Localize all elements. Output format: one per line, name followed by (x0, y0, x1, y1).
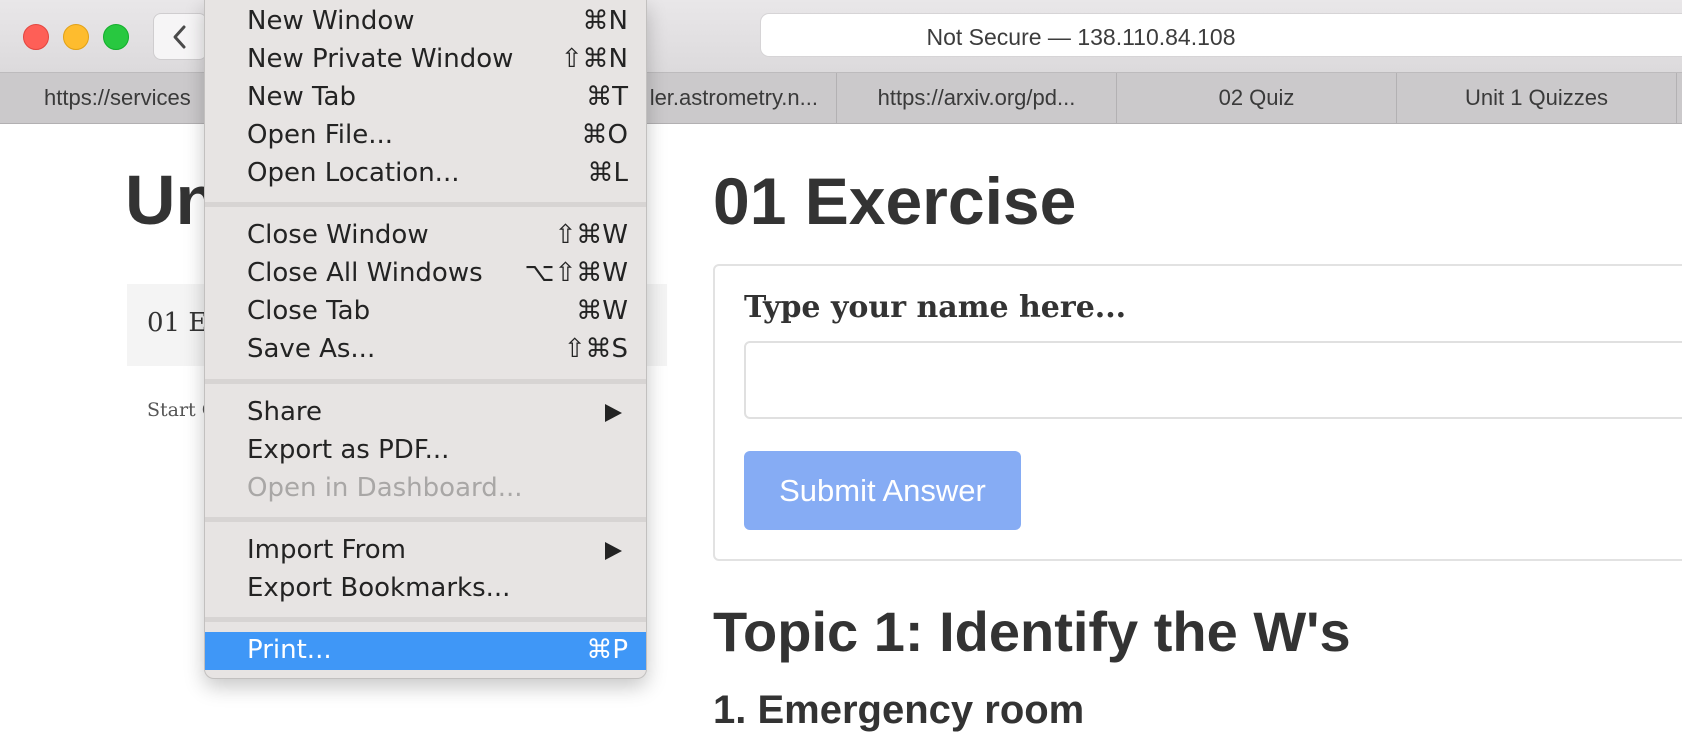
menu-item-label: Share (247, 397, 323, 427)
menu-item-new-private-window[interactable]: New Private Window ⇧⌘N (205, 41, 646, 79)
tab-unit-1-quizzes[interactable]: Unit 1 Quizzes (1397, 73, 1677, 123)
menu-item-label: Export Bookmarks... (247, 573, 511, 603)
menu-item-open-in-dashboard: Open in Dashboard... (205, 470, 646, 508)
back-button[interactable] (153, 13, 207, 60)
menu-item-label: Open File... (247, 120, 394, 150)
menu-item-shortcut: ⇧⌘S (563, 334, 628, 364)
menu-item-open-location[interactable]: Open Location... ⌘L (205, 155, 646, 193)
menu-separator (205, 202, 646, 207)
topic-heading: Topic 1: Identify the W's (713, 600, 1351, 663)
menu-item-label: Close Window (247, 220, 429, 250)
menu-item-open-file[interactable]: Open File... ⌘O (205, 117, 646, 155)
submenu-arrow-icon (605, 404, 622, 422)
menu-item-shortcut: ⌘T (586, 82, 628, 112)
menu-item-shortcut: ⇧⌘W (554, 220, 629, 250)
menu-item-label: Open Location... (247, 158, 460, 188)
menu-item-shortcut: ⌘W (576, 296, 628, 326)
tab-label: ler.astrometry.n... (649, 85, 818, 110)
menu-item-label: New Private Window (247, 44, 514, 74)
tab-label: https://services (44, 85, 191, 110)
menu-item-share[interactable]: Share (205, 394, 646, 432)
menu-item-shortcut: ⌥⇧⌘W (524, 258, 628, 288)
menu-item-label: Import From (247, 535, 406, 565)
menu-item-label: Export as PDF... (247, 435, 450, 465)
menu-separator (205, 379, 646, 384)
menu-item-label: Print... (247, 635, 332, 665)
submit-answer-button[interactable]: Submit Answer (744, 451, 1021, 530)
address-bar[interactable]: Not Secure — 138.110.84.108 (760, 13, 1682, 57)
file-menu: New Window ⌘N New Private Window ⇧⌘N New… (204, 0, 647, 679)
menu-item-label: New Tab (247, 82, 356, 112)
menu-separator (205, 617, 646, 622)
menu-item-export-as-pdf[interactable]: Export as PDF... (205, 432, 646, 470)
name-input[interactable] (744, 341, 1682, 419)
submenu-arrow-icon (605, 542, 622, 560)
tab-label: 02 Quiz (1218, 85, 1295, 110)
menu-item-shortcut: ⌘N (582, 6, 628, 36)
question-heading: 1. Emergency room (713, 688, 1085, 732)
menu-item-new-tab[interactable]: New Tab ⌘T (205, 79, 646, 117)
close-window-button[interactable] (23, 24, 49, 50)
minimize-window-button[interactable] (63, 24, 89, 50)
menu-item-close-all-windows[interactable]: Close All Windows ⌥⇧⌘W (205, 255, 646, 293)
menu-item-shortcut: ⌘P (586, 635, 628, 665)
menu-item-shortcut: ⌘O (581, 120, 628, 150)
menu-item-label: Close Tab (247, 296, 371, 326)
menu-item-label: Save As... (247, 334, 376, 364)
menu-item-shortcut: ⌘L (587, 158, 629, 188)
menu-item-export-bookmarks[interactable]: Export Bookmarks... (205, 570, 646, 608)
tab-arxiv[interactable]: https://arxiv.org/pd... (837, 73, 1117, 123)
menu-item-label: Open in Dashboard... (247, 473, 523, 503)
name-label: Type your name here... (744, 290, 1127, 325)
menu-item-label: New Window (247, 6, 415, 36)
menu-item-shortcut: ⇧⌘N (560, 44, 628, 74)
left-exercise-label: 01 E (147, 308, 208, 338)
tab-label: Unit 1 Quizzes (1464, 85, 1609, 110)
page-title: 01 Exercise (713, 164, 1077, 238)
tab-label: https://arxiv.org/pd... (877, 85, 1076, 110)
menu-item-print[interactable]: Print... ⌘P (205, 632, 646, 670)
tab-02-quiz[interactable]: 02 Quiz (1117, 73, 1397, 123)
menu-item-close-tab[interactable]: Close Tab ⌘W (205, 293, 646, 331)
menu-item-import-from[interactable]: Import From (205, 532, 646, 570)
menu-item-new-window[interactable]: New Window ⌘N (205, 3, 646, 41)
menu-item-save-as[interactable]: Save As... ⇧⌘S (205, 331, 646, 369)
zoom-window-button[interactable] (103, 24, 129, 50)
menu-item-close-window[interactable]: Close Window ⇧⌘W (205, 217, 646, 255)
menu-item-label: Close All Windows (247, 258, 483, 288)
menu-separator (205, 517, 646, 522)
address-text: Not Secure — 138.110.84.108 (926, 24, 1236, 50)
chevron-left-icon (173, 25, 186, 48)
